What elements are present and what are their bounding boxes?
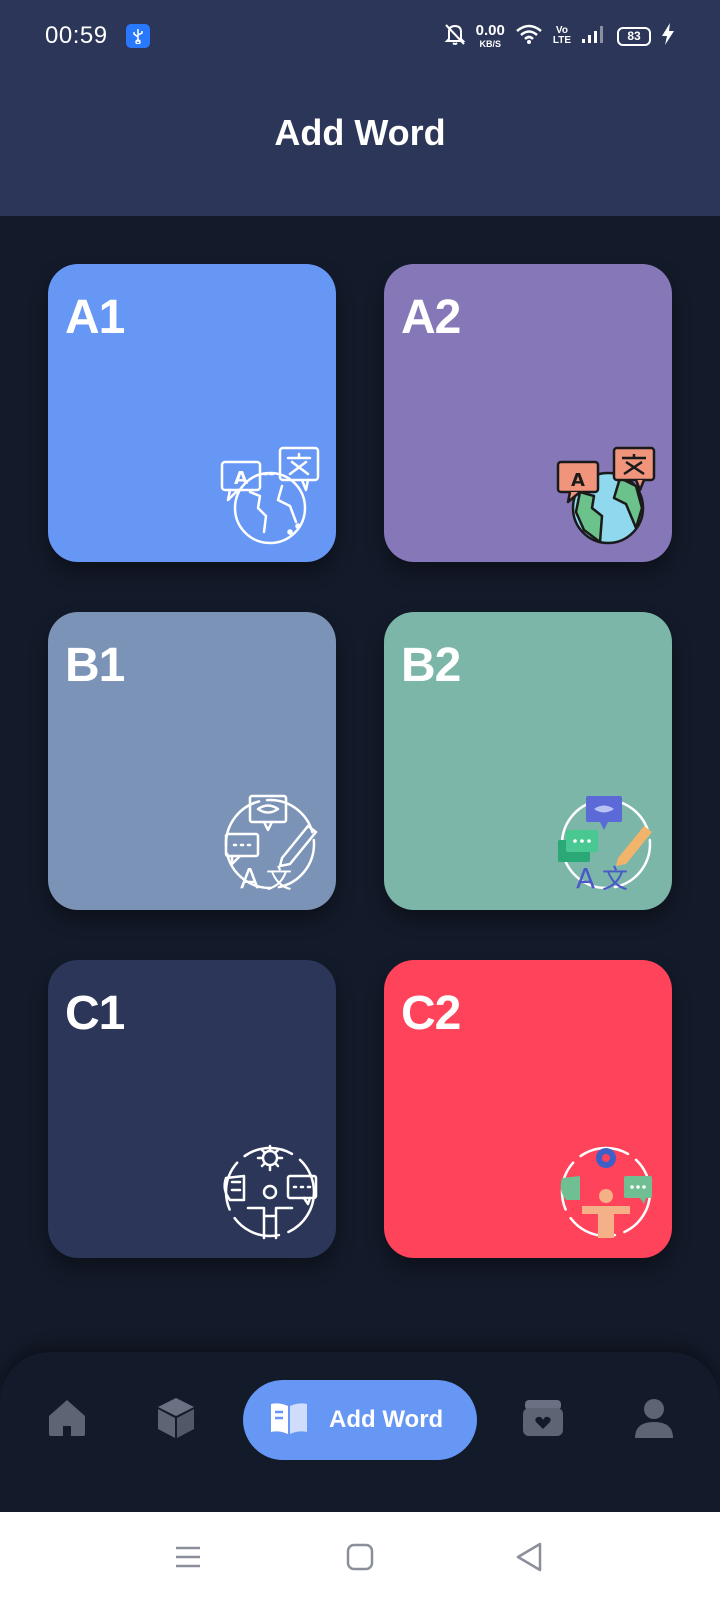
network-speed: 0.00 KB/S xyxy=(476,23,505,49)
profile-icon[interactable] xyxy=(632,1396,676,1440)
network-speed-value: 0.00 xyxy=(475,22,505,39)
level-label: A2 xyxy=(401,291,461,344)
level-label: B1 xyxy=(65,639,125,692)
network-speed-unit: KB/S xyxy=(479,39,501,49)
volte-indicator: Vo LTE xyxy=(553,26,571,46)
communication-mind-icon xyxy=(223,1144,318,1240)
back-triangle-icon[interactable] xyxy=(513,1540,547,1574)
box-icon[interactable] xyxy=(154,1396,198,1440)
signal-icon xyxy=(581,24,607,49)
mute-bell-icon xyxy=(444,22,466,51)
saved-folder-icon[interactable] xyxy=(521,1396,565,1440)
level-label: C1 xyxy=(65,987,125,1040)
language-skills-icon: A 文 xyxy=(224,794,318,894)
battery-level: 83 xyxy=(617,26,651,46)
status-icons: 0.00 KB/S Vo LTE 83 xyxy=(444,20,675,52)
add-word-nav-button[interactable]: Add Word xyxy=(243,1380,477,1460)
level-label: C2 xyxy=(401,987,461,1040)
translate-globe-icon: A xyxy=(556,446,656,545)
language-skills-icon: A 文 xyxy=(558,796,652,894)
level-card-a2[interactable]: A2 A xyxy=(384,264,672,562)
svg-text:A: A xyxy=(576,862,595,894)
page-title: Add Word xyxy=(274,112,446,153)
wifi-icon xyxy=(515,23,543,50)
add-word-book-icon xyxy=(269,1400,309,1441)
home-square-icon[interactable] xyxy=(343,1540,377,1574)
status-time: 00:59 xyxy=(45,22,108,49)
svg-text:A: A xyxy=(571,470,585,491)
usb-icon xyxy=(126,24,150,48)
bottom-nav: Add Word xyxy=(0,1352,720,1512)
level-card-b2[interactable]: B2 A 文 xyxy=(384,612,672,910)
level-label: A1 xyxy=(65,291,125,344)
level-card-c1[interactable]: C1 xyxy=(48,960,336,1258)
svg-text:文: 文 xyxy=(602,865,628,894)
system-navigation-bar xyxy=(0,1512,720,1600)
level-label: B2 xyxy=(401,639,461,692)
home-icon[interactable] xyxy=(45,1396,89,1440)
battery-icon: 83 xyxy=(617,26,651,46)
add-word-nav-label: Add Word xyxy=(329,1406,444,1433)
menu-icon[interactable] xyxy=(171,1540,205,1574)
volte-bottom: LTE xyxy=(552,35,571,46)
translate-globe-icon: A xyxy=(220,446,320,545)
status-bar: 00:59 0.00 KB/S Vo LTE 83 xyxy=(0,0,720,72)
level-card-c2[interactable]: C2 xyxy=(384,960,672,1258)
communication-mind-icon xyxy=(560,1146,652,1238)
level-card-a1[interactable]: A1 A xyxy=(48,264,336,562)
svg-text:A: A xyxy=(234,468,248,489)
top-app-bar: 00:59 0.00 KB/S Vo LTE 83 Add Word xyxy=(0,0,720,216)
charging-icon xyxy=(661,22,675,51)
level-card-b1[interactable]: B1 A 文 xyxy=(48,612,336,910)
svg-text:文: 文 xyxy=(266,865,292,894)
svg-text:A: A xyxy=(240,862,259,894)
